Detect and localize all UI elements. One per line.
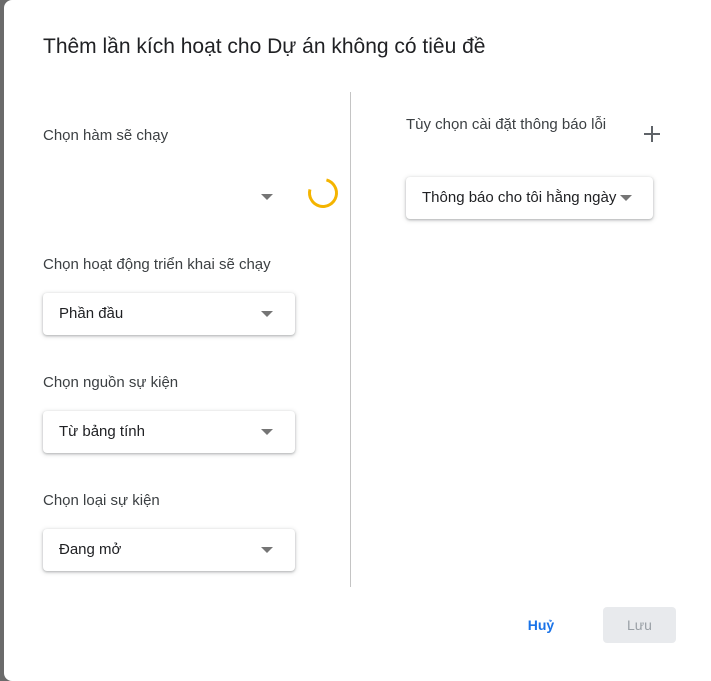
caret-down-icon <box>261 429 273 435</box>
failure-notification-select-value: Thông báo cho tôi hằng ngày <box>422 189 617 206</box>
function-label: Chọn hàm sẽ chạy <box>43 127 169 144</box>
dialog-title: Thêm lần kích hoạt cho Dự án không có ti… <box>43 35 486 58</box>
deployment-label: Chọn hoạt động triển khai sẽ chạy <box>43 256 271 273</box>
event-type-select-value: Đang mở <box>59 541 122 558</box>
event-source-label: Chọn nguồn sự kiện <box>43 374 179 391</box>
failure-notification-label: Tùy chọn cài đặt thông báo lỗi <box>406 116 607 133</box>
save-button[interactable]: Lưu <box>603 607 676 643</box>
event-source-select[interactable]: Từ bảng tính <box>43 411 295 453</box>
deployment-select[interactable]: Phần đầu <box>43 293 295 335</box>
loading-spinner-icon <box>302 172 344 214</box>
event-source-select-value: Từ bảng tính <box>59 423 145 440</box>
trigger-dialog: Thêm lần kích hoạt cho Dự án không có ti… <box>4 0 711 681</box>
event-type-label: Chọn loại sự kiện <box>43 492 160 509</box>
failure-notification-select[interactable]: Thông báo cho tôi hằng ngày <box>406 177 653 219</box>
caret-down-icon <box>261 311 273 317</box>
cancel-button[interactable]: Huỷ <box>513 607 569 643</box>
caret-down-icon <box>261 547 273 553</box>
deployment-select-value: Phần đầu <box>59 305 124 322</box>
column-divider <box>350 92 351 587</box>
caret-down-icon <box>620 195 632 201</box>
function-select[interactable] <box>43 176 295 218</box>
plus-icon[interactable] <box>642 124 662 144</box>
event-type-select[interactable]: Đang mở <box>43 529 295 571</box>
caret-down-icon <box>261 194 273 200</box>
